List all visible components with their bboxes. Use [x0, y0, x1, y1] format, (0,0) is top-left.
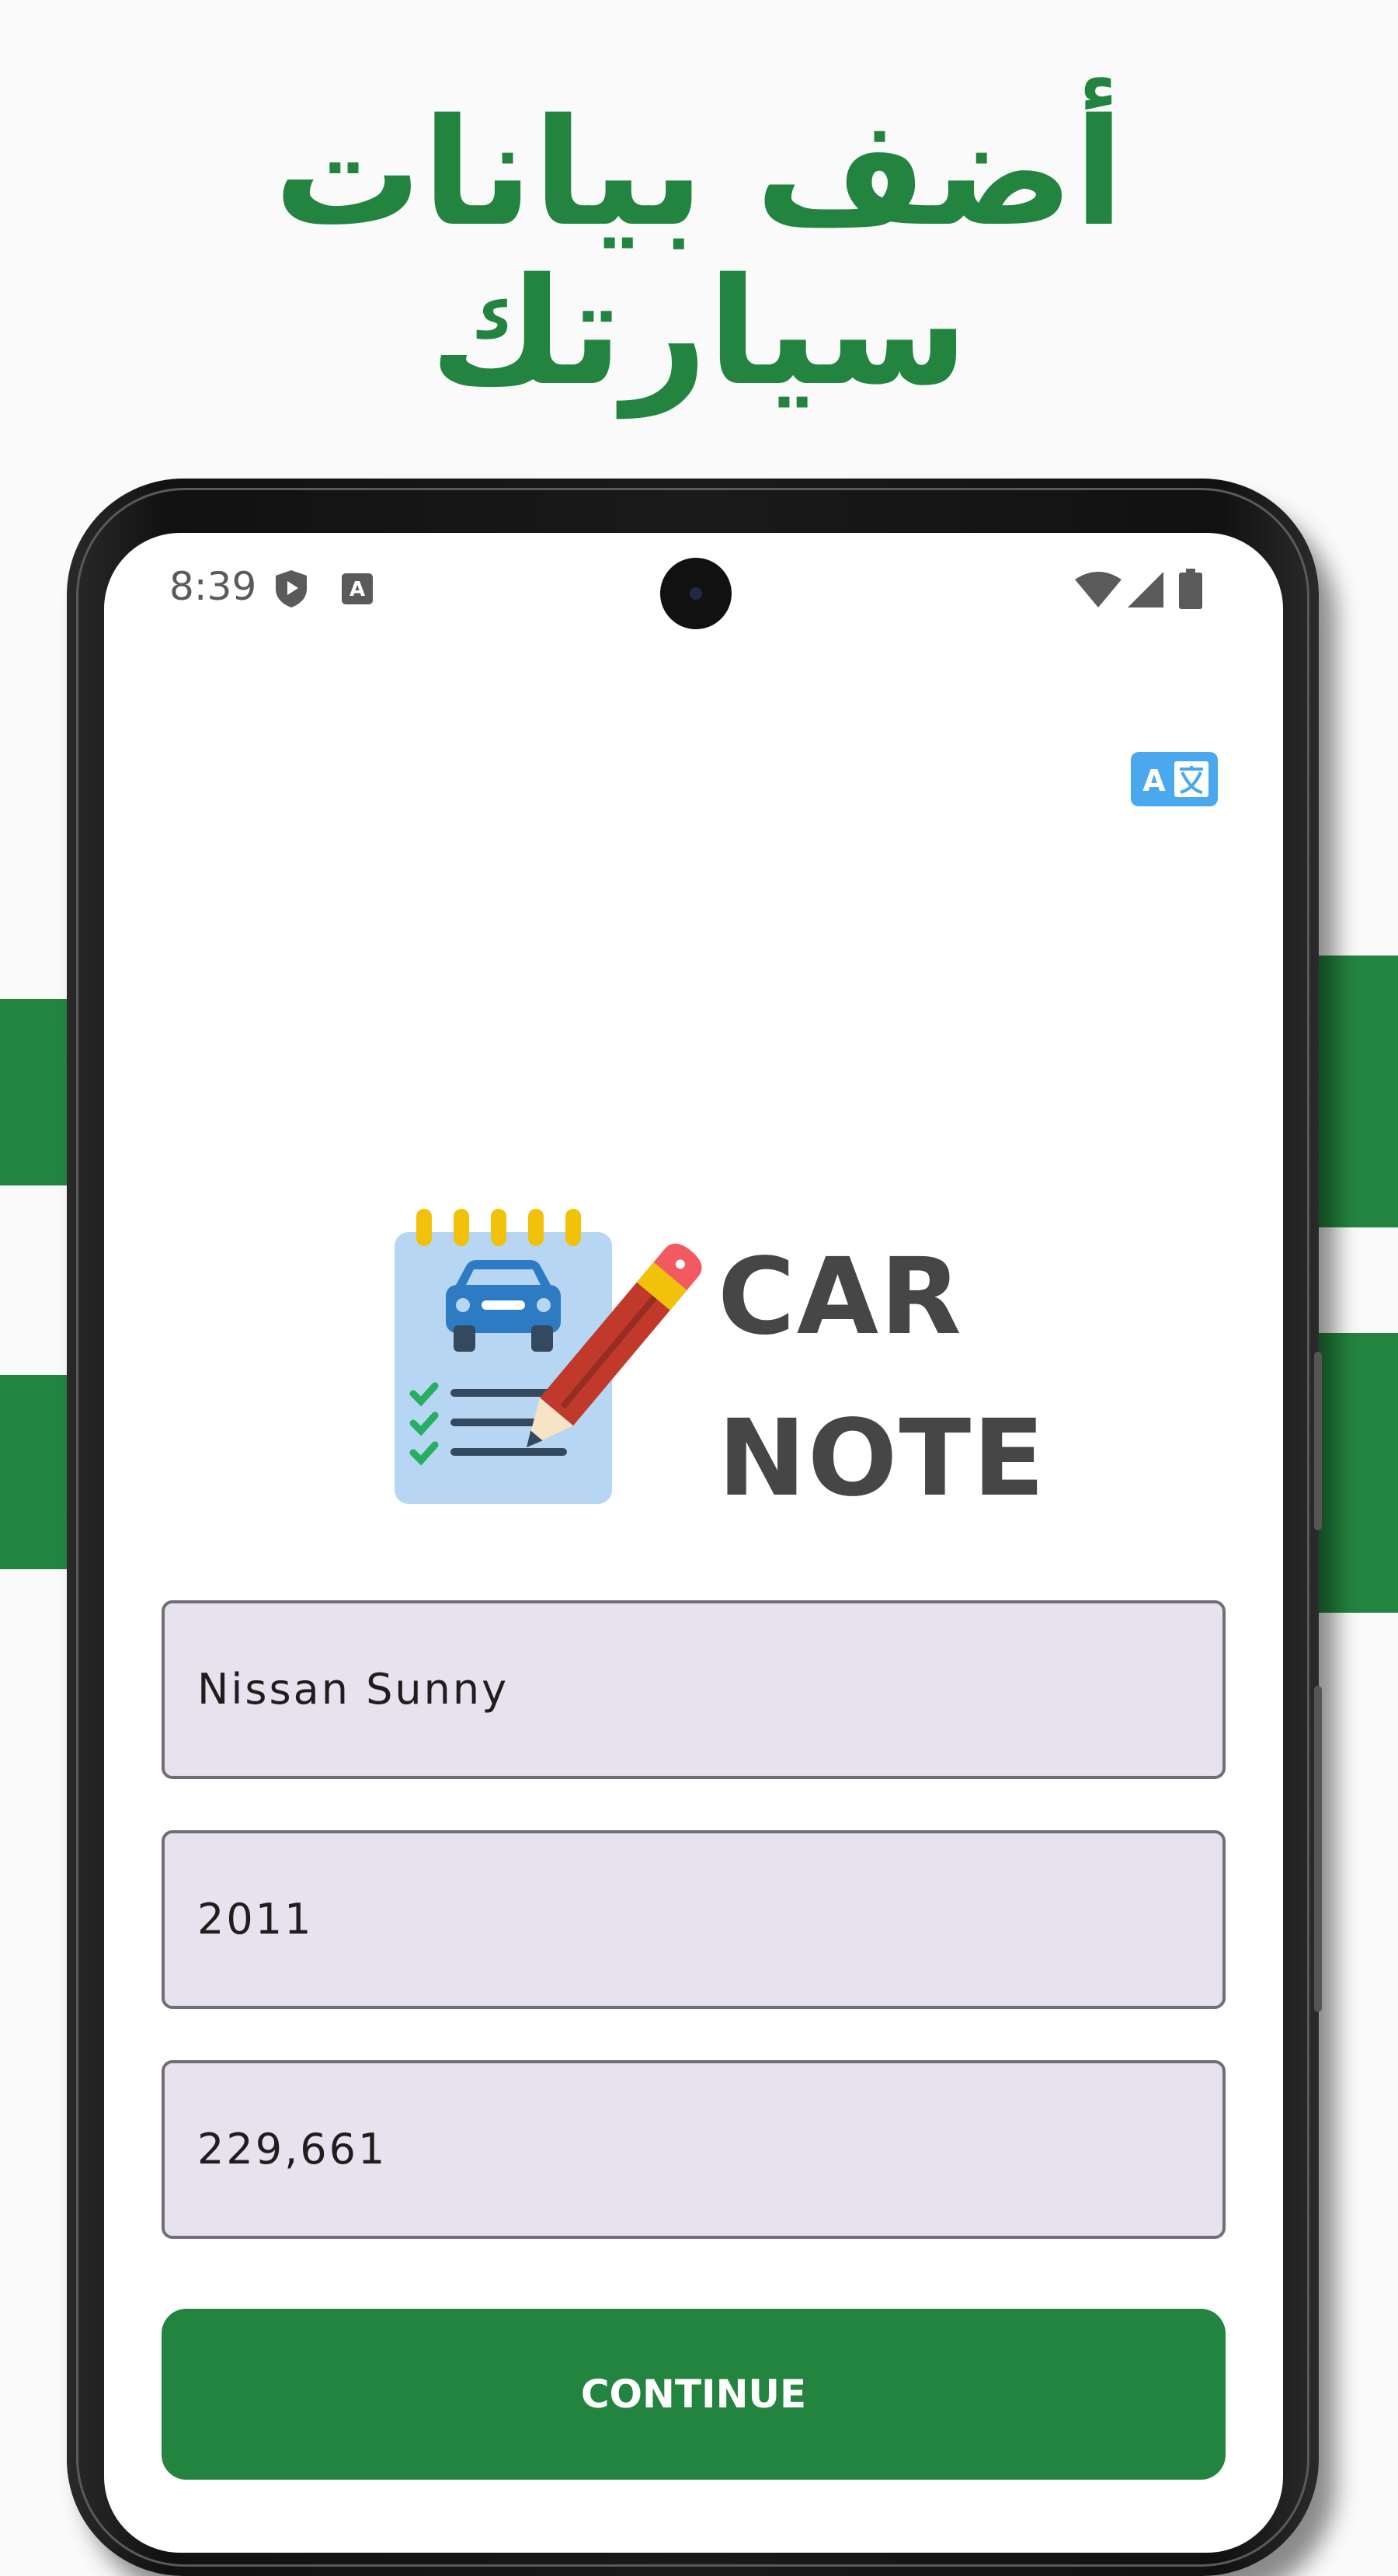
car-model-field[interactable]: Nissan Sunny	[162, 1600, 1226, 1779]
battery-icon	[1179, 569, 1202, 609]
wifi-icon	[1075, 572, 1122, 607]
translate-button[interactable]: A	[1131, 752, 1218, 806]
promo-headline-line1: أضف بيانات	[273, 87, 1125, 259]
shield-play-icon	[276, 570, 307, 607]
phone-side-button-bottom	[1314, 1686, 1322, 2012]
decor-band-right-top	[1305, 956, 1398, 1227]
notepad-car-pencil-icon	[395, 1209, 702, 1504]
translate-icon: A	[1142, 761, 1208, 798]
year-field[interactable]: 2011	[162, 1830, 1226, 2009]
logo-line2: NOTE	[718, 1398, 1047, 1520]
promo-headline: أضف بيانات سيارتك	[0, 93, 1398, 412]
app-logo-text: CAR NOTE	[718, 1217, 1046, 1540]
logo-line1: CAR	[718, 1236, 963, 1359]
cellular-signal-icon	[1128, 572, 1163, 607]
app-screen: 8:39 A A CAR NOTE Nissan Sunny 2011 229,…	[104, 533, 1283, 2553]
svg-text:A: A	[1142, 764, 1166, 798]
year-value: 2011	[197, 1895, 314, 1944]
front-camera	[660, 558, 732, 629]
mileage-value: 229,661	[197, 2125, 388, 2174]
font-notification-icon: A	[342, 573, 373, 604]
promo-headline-line2: سيارتك	[429, 246, 969, 418]
car-model-value: Nissan Sunny	[197, 1665, 509, 1714]
phone-side-button-top	[1314, 1352, 1322, 1530]
mileage-field[interactable]: 229,661	[162, 2060, 1226, 2239]
continue-button[interactable]: CONTINUE	[162, 2309, 1226, 2480]
status-time: 8:39	[169, 564, 257, 609]
svg-text:A: A	[350, 578, 365, 601]
